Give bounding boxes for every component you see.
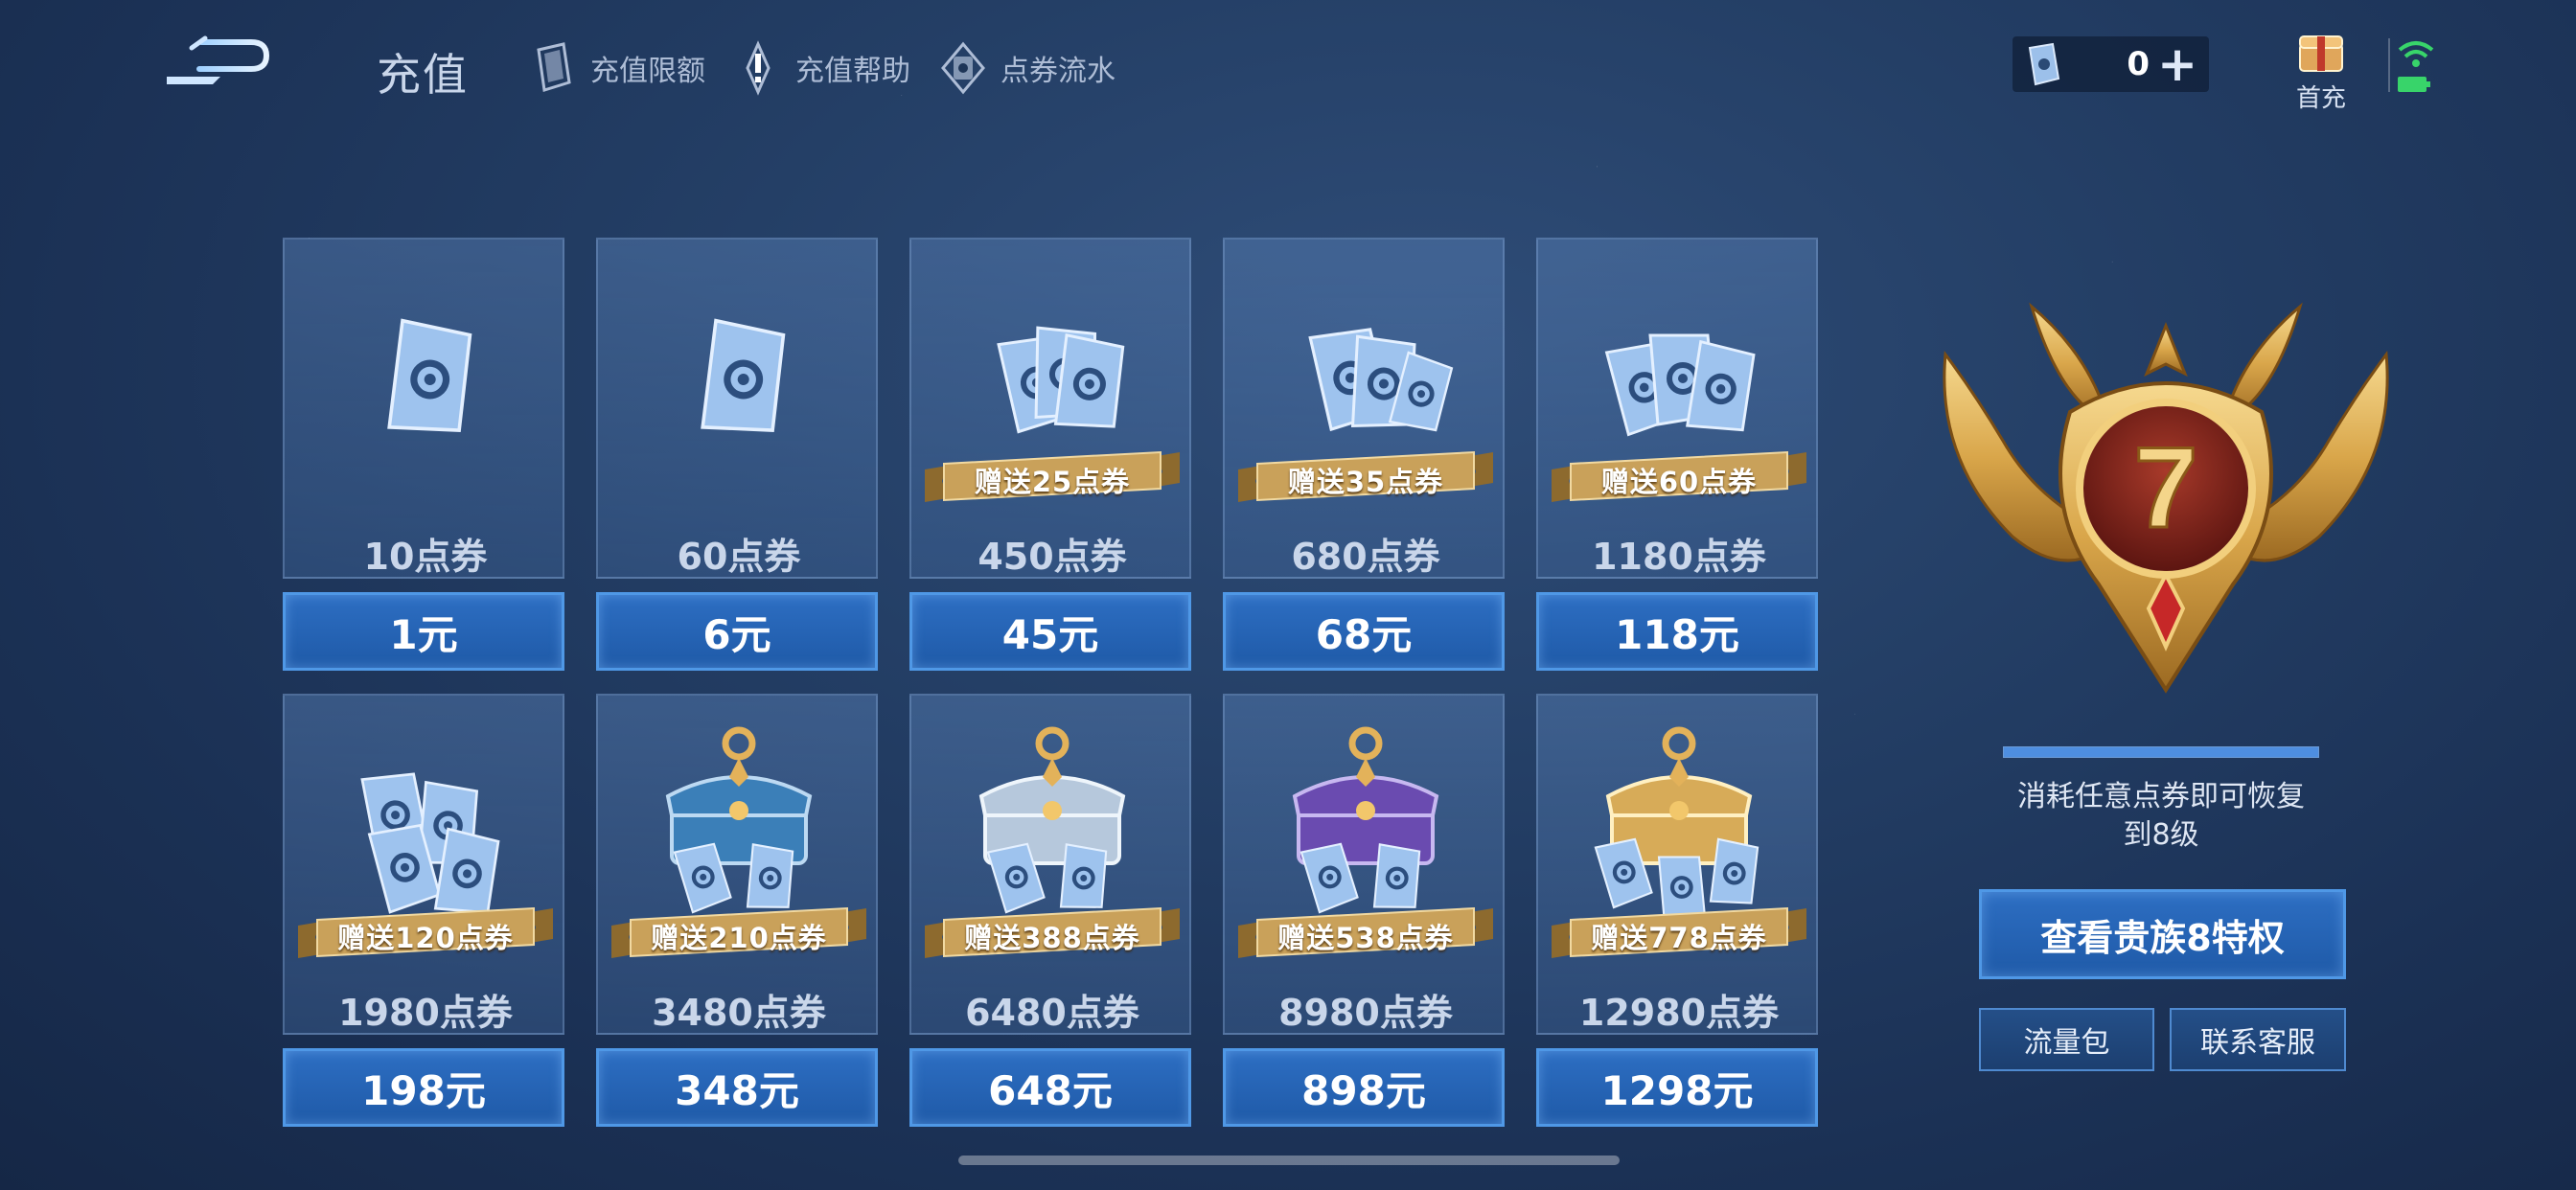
noble-note-line-2: 到8级 — [2123, 818, 2199, 852]
bonus-label: 赠送60点券 — [1600, 466, 1758, 498]
noble-level-number: 7 — [2134, 423, 2198, 552]
package-amount: 6480点券 — [965, 992, 1139, 1034]
bonus-ribbon: 赠送60点券 — [1552, 448, 1806, 506]
package-amount: 12980点券 — [1578, 992, 1780, 1034]
package-panel: 赠送538点券 8980点券 — [1223, 694, 1505, 1035]
coupon-flow-link[interactable]: 点券流水 — [935, 40, 1116, 96]
bonus-label: 赠送778点券 — [1591, 922, 1767, 954]
contact-support-button[interactable]: 联系客服 — [2170, 1008, 2346, 1071]
noble-note-line-1: 消耗任意点券即可恢复 — [2017, 780, 2305, 813]
wifi-icon — [2398, 41, 2434, 92]
recharge-package-1[interactable]: 60点券 6元 — [596, 238, 878, 671]
recharge-limit-link[interactable]: 充值限额 — [525, 40, 705, 96]
bonus-label: 赠送210点券 — [651, 922, 827, 954]
add-coupon-button[interactable]: + — [2157, 40, 2197, 88]
gift-chest-icon — [2299, 35, 2343, 72]
price-button[interactable]: 348元 — [596, 1048, 878, 1127]
bonus-label: 赠送120点券 — [337, 922, 514, 954]
coupon-balance-value: 0 — [2127, 45, 2150, 83]
status-indicators — [2392, 34, 2440, 102]
bonus-ribbon: 赠送25点券 — [925, 448, 1180, 506]
bonus-label: 赠送538点券 — [1277, 922, 1454, 954]
first-charge-label: 首充 — [2295, 84, 2346, 113]
home-indicator[interactable] — [958, 1156, 1620, 1165]
page-title: 充值 — [377, 49, 469, 101]
noble-progress-fill — [2004, 747, 2318, 757]
recharge-package-3[interactable]: 赠送35点券 680点券 68元 — [1223, 238, 1505, 671]
recharge-package-9[interactable]: 赠送778点券 12980点券 1298元 — [1536, 694, 1818, 1127]
price-button[interactable]: 898元 — [1223, 1048, 1505, 1127]
package-panel: 赠送120点券 1980点券 — [283, 694, 564, 1035]
package-amount: 680点券 — [1291, 536, 1440, 578]
package-panel: 赠送25点券 450点券 — [909, 238, 1191, 579]
single-card-icon — [598, 259, 880, 498]
package-panel: 10点券 — [283, 238, 564, 579]
package-amount: 10点券 — [363, 536, 488, 578]
noble-progress-bar — [2003, 746, 2319, 758]
data-pack-button[interactable]: 流量包 — [1979, 1008, 2154, 1071]
bonus-ribbon: 赠送778点券 — [1552, 904, 1806, 962]
bonus-ribbon: 赠送120点券 — [298, 904, 553, 962]
top-links: 充值限额 充值帮助 点券流水 — [525, 40, 1116, 96]
coupon-flow-icon — [935, 40, 991, 96]
price-button[interactable]: 68元 — [1223, 592, 1505, 671]
view-privilege-button[interactable]: 查看贵族8特权 — [1979, 889, 2346, 979]
battery-icon — [2398, 77, 2426, 92]
package-amount: 450点券 — [978, 536, 1127, 578]
package-panel: 赠送210点券 3480点券 — [596, 694, 878, 1035]
noble-restore-note: 消耗任意点券即可恢复 到8级 — [1955, 778, 2367, 855]
recharge-help-link[interactable]: 充值帮助 — [730, 40, 910, 96]
recharge-package-2[interactable]: 赠送25点券 450点券 45元 — [909, 238, 1191, 671]
package-panel: 赠送60点券 1180点券 — [1536, 238, 1818, 579]
back-arrow-icon — [167, 35, 270, 84]
bonus-label: 赠送388点券 — [964, 922, 1140, 954]
recharge-limit-label: 充值限额 — [590, 55, 705, 88]
recharge-package-grid: 10点券 1元 60点券 6元 赠送25点券 450点券 45元 赠送35点券 … — [283, 238, 1818, 1127]
coupon-card-icon — [525, 40, 581, 96]
single-card-icon — [285, 259, 566, 498]
recharge-package-7[interactable]: 赠送388点券 6480点券 648元 — [909, 694, 1191, 1127]
price-button[interactable]: 1298元 — [1536, 1048, 1818, 1127]
coupon-flow-label: 点券流水 — [1000, 55, 1116, 88]
price-button[interactable]: 45元 — [909, 592, 1191, 671]
price-button[interactable]: 118元 — [1536, 592, 1818, 671]
price-button[interactable]: 6元 — [596, 592, 878, 671]
package-panel: 赠送35点券 680点券 — [1223, 238, 1505, 579]
price-button[interactable]: 1元 — [283, 592, 564, 671]
bonus-ribbon: 赠送388点券 — [925, 904, 1180, 962]
recharge-package-6[interactable]: 赠送210点券 3480点券 348元 — [596, 694, 878, 1127]
package-amount: 3480点券 — [652, 992, 826, 1034]
recharge-package-0[interactable]: 10点券 1元 — [283, 238, 564, 671]
status-divider — [2388, 38, 2390, 92]
package-amount: 1980点券 — [338, 992, 513, 1034]
package-panel: 60点券 — [596, 238, 878, 579]
exclamation-icon — [730, 40, 786, 96]
recharge-package-8[interactable]: 赠送538点券 8980点券 898元 — [1223, 694, 1505, 1127]
first-charge-button[interactable]: 首充 — [2290, 31, 2352, 114]
noble-level-emblem: 7 — [1926, 297, 2405, 709]
price-button[interactable]: 198元 — [283, 1048, 564, 1127]
bonus-ribbon: 赠送35点券 — [1238, 448, 1493, 506]
package-panel: 赠送778点券 12980点券 — [1536, 694, 1818, 1035]
package-amount: 8980点券 — [1278, 992, 1453, 1034]
price-button[interactable]: 648元 — [909, 1048, 1191, 1127]
coupon-balance: 0 + — [2012, 36, 2209, 92]
package-panel: 赠送388点券 6480点券 — [909, 694, 1191, 1035]
bonus-ribbon: 赠送210点券 — [611, 904, 866, 962]
recharge-help-label: 充值帮助 — [795, 55, 910, 88]
package-amount: 1180点券 — [1592, 536, 1766, 578]
bonus-label: 赠送35点券 — [1287, 466, 1444, 498]
back-button[interactable] — [163, 34, 272, 88]
coupon-icon — [2028, 42, 2060, 86]
recharge-package-5[interactable]: 赠送120点券 1980点券 198元 — [283, 694, 564, 1127]
bonus-label: 赠送25点券 — [974, 466, 1131, 498]
bonus-ribbon: 赠送538点券 — [1238, 904, 1493, 962]
recharge-package-4[interactable]: 赠送60点券 1180点券 118元 — [1536, 238, 1818, 671]
package-amount: 60点券 — [677, 536, 801, 578]
